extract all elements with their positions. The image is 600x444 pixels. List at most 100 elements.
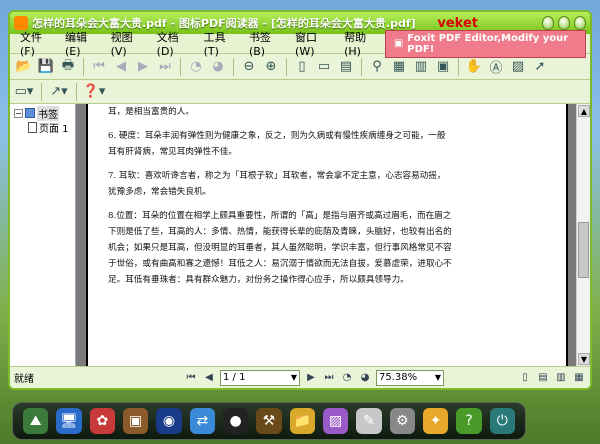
power-icon[interactable]: ⏻: [489, 408, 515, 434]
status-text: 就绪: [14, 374, 34, 385]
toolbar-separator: [233, 57, 234, 76]
scroll-down-icon[interactable]: ▼: [578, 353, 590, 365]
doc-line: 耳，是相当富贵的人。: [108, 107, 194, 117]
ad-banner[interactable]: ▣ Foxit PDF Editor,Modify your PDF!: [384, 29, 586, 58]
menu-window[interactable]: 窗口(W): [289, 29, 338, 58]
document-viewer[interactable]: 耳，是相当富贵的人。 6. 硬度：耳朵丰润有弹性则为健康之象，反之，则为久病或有…: [76, 104, 590, 366]
bag-icon[interactable]: ▣: [122, 408, 149, 434]
doc-line: 下则是低了些，耳高的人：多情、热情，能获得长辈的庇荫及青睐，头脑好，也较有出名的: [108, 227, 452, 237]
pdf-page: 耳，是相当富贵的人。 6. 硬度：耳朵丰润有弹性则为健康之象，反之，则为久病或有…: [86, 104, 568, 366]
settings-icon[interactable]: ⚙: [389, 408, 415, 434]
menu-bookmarks[interactable]: 书签(B): [243, 29, 289, 58]
menu-edit[interactable]: 编辑(E): [59, 29, 105, 58]
close-button[interactable]: [574, 16, 586, 30]
open-folder-icon[interactable]: 📂: [14, 57, 34, 77]
fit-width-icon[interactable]: ▤: [336, 57, 356, 77]
back-icon[interactable]: ◔: [340, 371, 354, 385]
back-icon[interactable]: ◔: [186, 57, 206, 77]
maximize-button[interactable]: [558, 16, 570, 30]
page-number-field[interactable]: 1 / 1 ▼: [220, 369, 300, 386]
star-icon[interactable]: ✦: [422, 408, 449, 434]
thumbnail-icon[interactable]: ▦: [389, 57, 409, 77]
forward-icon[interactable]: ◕: [358, 371, 372, 385]
fit-page-icon[interactable]: ▭: [314, 57, 334, 77]
ad-text: Foxit PDF Editor,Modify your PDF!: [407, 32, 569, 55]
main-toolbar: 📂 💾 🖶 ⏮ ◀ ▶ ⏭ ◔ ◕ ⊖ ⊕ ▯ ▭ ▤ ⚲ ▦ ▥ ▣ ✋ Ⓐ …: [10, 54, 590, 80]
select-image-icon[interactable]: ▨: [508, 57, 528, 77]
view-mode-icon[interactable]: ▭▾: [14, 82, 34, 102]
dock: ⛰ 🖥 ✿ ▣ ◉ ⇄ ● ⚒ 📁 ▨ ✎ ⚙ ✦ ? ⏻: [12, 402, 526, 440]
menu-view[interactable]: 视图(V): [105, 29, 151, 58]
forward-icon[interactable]: ◕: [208, 57, 228, 77]
menu-document[interactable]: 文档(D): [151, 29, 198, 58]
chevron-down-icon[interactable]: ▼: [291, 373, 297, 382]
app-icon: [14, 16, 28, 30]
dock-app-icon[interactable]: ⛰: [23, 408, 49, 434]
pointer-icon[interactable]: ➚: [530, 57, 550, 77]
brush-icon[interactable]: ✎: [356, 408, 382, 434]
last-page-icon[interactable]: ⏭: [155, 57, 175, 77]
menu-tools[interactable]: 工具(T): [198, 29, 243, 58]
single-page-icon[interactable]: ▯: [518, 371, 532, 385]
toolbar-separator: [361, 57, 362, 76]
chevron-down-icon[interactable]: ▼: [435, 373, 441, 382]
toolbar-separator: [41, 82, 42, 101]
continuous-facing-icon[interactable]: ▦: [572, 371, 586, 385]
hand-tool-icon[interactable]: ✋: [464, 57, 484, 77]
bookmark-page-label: 页面 1: [39, 123, 69, 135]
next-page-icon[interactable]: ▶: [133, 57, 153, 77]
toolbar-separator: [76, 82, 77, 101]
penguin-icon[interactable]: ●: [222, 408, 249, 434]
pdf-editor-icon: ▣: [393, 38, 404, 49]
first-page-icon[interactable]: ⏮: [184, 371, 198, 385]
bookmark-tree: − 书签 页面 1: [10, 104, 75, 136]
folder-icon[interactable]: 📁: [289, 408, 315, 434]
actual-size-icon[interactable]: ▯: [292, 57, 312, 77]
zoom-field[interactable]: 75.38% ▼: [376, 369, 444, 386]
doc-line: 犹豫多虑，常会错失良机。: [108, 187, 212, 197]
main-content: − 书签 页面 1 耳，是相当富贵的人。 6. 硬度：耳朵丰润有弹性则为健康之象…: [10, 104, 590, 366]
zoom-out-icon[interactable]: ⊖: [239, 57, 259, 77]
menu-bar: 文件(F) 编辑(E) 视图(V) 文档(D) 工具(T) 书签(B) 窗口(W…: [10, 29, 590, 58]
collapse-icon[interactable]: −: [14, 108, 23, 118]
scroll-up-icon[interactable]: ▲: [578, 105, 590, 117]
media-icon[interactable]: ◉: [156, 408, 182, 434]
prev-page-icon[interactable]: ◀: [202, 371, 216, 385]
doc-line: 8.位置：耳朵的位置在相学上颇具重要性，所谓的「高」是指与眉齐或高过眉毛，而在眉…: [108, 211, 452, 221]
doc-line: 机会；如果只是耳高，但没明显的耳垂者，其人虽然聪明，学识丰富，但行事风格常见不容: [108, 243, 452, 253]
facing-icon[interactable]: ▥: [554, 371, 568, 385]
bookmark-root[interactable]: − 书签: [14, 105, 71, 121]
continuous-icon[interactable]: ▤: [536, 371, 550, 385]
vertical-scrollbar[interactable]: ▲ ▼: [576, 104, 590, 366]
menu-file[interactable]: 文件(F): [14, 29, 59, 58]
first-page-icon[interactable]: ⏮: [89, 57, 109, 77]
zoom-in-icon[interactable]: ⊕: [261, 57, 281, 77]
scroll-thumb[interactable]: [578, 222, 589, 278]
game-icon[interactable]: ✿: [89, 408, 115, 434]
toolbar-separator: [180, 57, 181, 76]
snapshot-icon[interactable]: ▣: [433, 57, 453, 77]
toolbar-separator: [286, 57, 287, 76]
help-icon[interactable]: ❓▾: [83, 82, 106, 102]
print-icon[interactable]: 🖶: [58, 57, 78, 77]
tools-icon[interactable]: ⚒: [256, 408, 282, 434]
text-select-icon[interactable]: Ⓐ: [486, 57, 506, 77]
network-icon[interactable]: ⇄: [189, 408, 215, 434]
layout-icon[interactable]: ▥: [411, 57, 431, 77]
save-icon[interactable]: 💾: [36, 57, 56, 77]
bookmark-page[interactable]: 页面 1: [28, 120, 71, 135]
next-page-icon[interactable]: ▶: [304, 371, 318, 385]
image-icon[interactable]: ▨: [322, 408, 349, 434]
doc-line: 耳有肝肾病，常见耳肉弹性不佳。: [108, 147, 237, 157]
status-bar: 就绪 ⏮ ◀ 1 / 1 ▼ ▶ ⏭ ◔ ◕ 75.38% ▼ ▯ ▤ ▥ ▦: [10, 366, 590, 388]
prev-page-icon[interactable]: ◀: [111, 57, 131, 77]
monitor-icon[interactable]: 🖥: [56, 408, 82, 434]
last-page-icon[interactable]: ⏭: [322, 371, 336, 385]
toolbar-separator: [458, 57, 459, 76]
minimize-button[interactable]: [542, 16, 554, 30]
help-icon[interactable]: ?: [456, 408, 482, 434]
menu-help[interactable]: 帮助(H): [338, 29, 385, 58]
binoculars-icon[interactable]: ⚲: [367, 57, 387, 77]
arrow-tool-icon[interactable]: ↗▾: [49, 82, 69, 102]
bookmark-root-label: 书签: [37, 105, 59, 121]
